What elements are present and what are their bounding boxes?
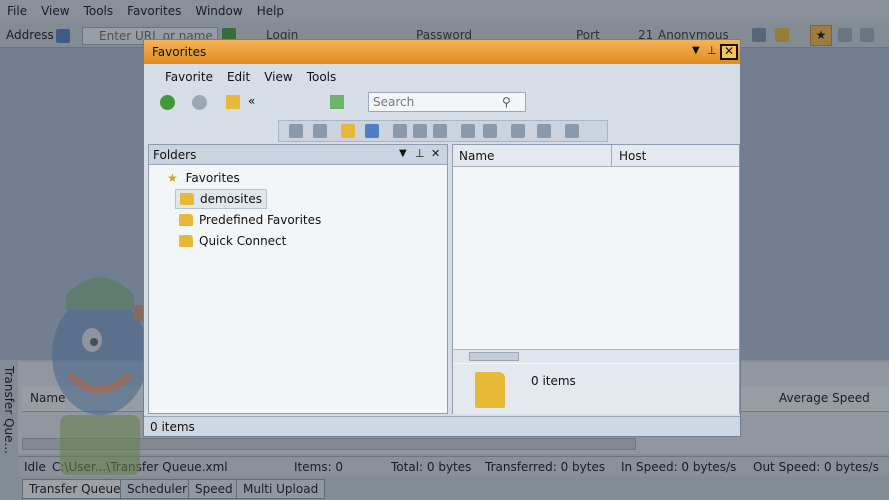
menu-help[interactable]: Help [250,4,291,18]
tree-item-demosites[interactable]: demosites [175,189,267,209]
search-icon[interactable]: ⚲ [502,95,511,109]
tree-item-quick-connect[interactable]: Quick Connect [179,234,286,248]
chevron-down-icon[interactable]: ▼ [692,45,700,56]
menu-favorite[interactable]: Favorite [158,70,220,84]
menubar: File View Tools Favorites Window Help [0,0,889,22]
properties-icon[interactable] [511,124,525,138]
menu-tools[interactable]: Tools [77,4,121,18]
column-average-speed[interactable]: Average Speed [779,391,870,405]
favorites-status-text: 0 items [150,420,195,434]
open-folder-icon[interactable] [775,28,789,42]
new-folder-icon[interactable] [341,124,355,138]
new-favorite-icon[interactable] [289,124,303,138]
new-item-icon[interactable] [313,124,327,138]
delete-icon[interactable] [483,124,497,138]
cut-icon[interactable] [393,124,407,138]
list-header: Name Host [453,145,739,167]
menu-favorites[interactable]: Favorites [120,4,188,18]
favorites-star-icon[interactable]: ★ [810,25,832,46]
status-out-speed: Out Speed: 0 bytes/s [753,459,879,474]
connect-icon[interactable] [365,124,379,138]
folder-icon [180,193,194,205]
pin-icon[interactable]: ⊥ [415,147,425,160]
column-name[interactable]: Name [459,149,494,163]
favorites-menubar: Favorite Edit View Tools [144,66,740,88]
favorites-toolbar [278,120,608,142]
folder-icon [179,235,193,247]
globe-icon[interactable] [56,29,70,43]
folder-icon [179,214,193,226]
favorites-dialog: Favorites ▼ ⊥ ✕ Favorite Edit View Tools… [143,39,741,437]
folders-title: Folders [153,148,197,162]
nav-path[interactable]: « [248,94,255,108]
menu-view[interactable]: View [257,70,299,84]
chevron-down-icon[interactable]: ▼ [399,148,407,159]
tree-item-favorites[interactable]: ★ Favorites [167,171,240,185]
menu-window[interactable]: Window [188,4,249,18]
menu-edit[interactable]: Edit [220,70,257,84]
back-icon[interactable] [160,95,175,110]
status-in-speed: In Speed: 0 bytes/s [621,459,737,474]
list-scrollbar[interactable] [453,349,739,363]
favorites-titlebar[interactable] [144,40,740,64]
folders-panel: Folders ▼ ⊥ ✕ ★ Favorites demosites Pred… [148,144,448,414]
paste-icon[interactable] [433,124,447,138]
refresh-icon[interactable] [537,124,551,138]
menu-view[interactable]: View [34,4,76,18]
copy-icon[interactable] [413,124,427,138]
status-total: Total: 0 bytes [391,459,472,474]
favorites-title: Favorites [152,45,207,59]
star-icon: ★ [167,171,178,185]
folders-header: Folders ▼ ⊥ ✕ [149,145,447,165]
view-mode-icon[interactable] [565,124,579,138]
transfer-queue-side-label: Transfer Que... [2,366,16,454]
column-divider[interactable] [611,145,612,167]
folder-icon [475,372,505,408]
favorites-list-panel: Name Host 0 items [452,144,740,414]
layout-horizontal-icon[interactable] [838,28,852,42]
favorites-statusbar: 0 items [144,416,740,436]
address-label: Address [6,28,54,42]
menu-tools[interactable]: Tools [300,70,344,84]
pin-icon[interactable]: ⊥ [707,44,717,57]
layout-vertical-icon[interactable] [860,28,874,42]
menu-file[interactable]: File [0,4,34,18]
item-count: 0 items [531,374,576,388]
tree-item-predefined-favorites[interactable]: Predefined Favorites [179,213,321,227]
move-icon[interactable] [461,124,475,138]
close-button[interactable]: ✕ [720,44,738,60]
forward-icon[interactable] [192,95,207,110]
list-detail-pane: 0 items [453,364,739,414]
close-icon[interactable]: ✕ [431,147,440,160]
column-host[interactable]: Host [619,149,646,163]
folder-icon [226,95,240,109]
folder-up-icon[interactable] [330,95,344,109]
status-transferred: Transferred: 0 bytes [485,459,606,474]
scrollbar-thumb[interactable] [469,352,519,361]
connect-icon[interactable] [752,28,766,42]
